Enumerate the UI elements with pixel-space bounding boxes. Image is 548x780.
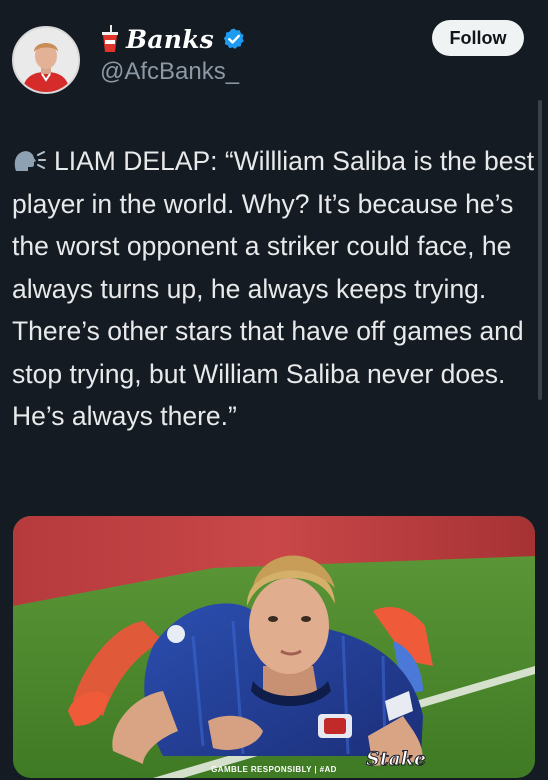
display-name[interactable]: Banks (126, 25, 214, 54)
user-handle[interactable]: @AfcBanks_ (100, 58, 239, 86)
player-photo-image (13, 516, 535, 778)
verified-badge-icon (223, 28, 244, 49)
tweet-card: Banks @AfcBanks_ Follow LIAM DELAP: “Wil… (0, 0, 548, 780)
tweet-text-block: LIAM DELAP: “Willliam Saliba is the best… (12, 140, 536, 438)
avatar[interactable] (12, 26, 80, 94)
speaking-head-icon (12, 149, 46, 173)
soda-cup-icon (102, 25, 118, 52)
gamble-responsibly-text: GAMBLE RESPONSIBLY | #AD (211, 765, 337, 774)
scrollbar[interactable] (538, 100, 542, 400)
follow-button[interactable]: Follow (432, 20, 524, 56)
avatar-photo-icon (14, 28, 78, 92)
tweet-media-photo[interactable]: Stake GAMBLE RESPONSIBLY | #AD (13, 516, 535, 778)
tweet-text: LIAM DELAP: “Willliam Saliba is the best… (12, 146, 542, 431)
display-name-line: Banks (100, 22, 246, 56)
